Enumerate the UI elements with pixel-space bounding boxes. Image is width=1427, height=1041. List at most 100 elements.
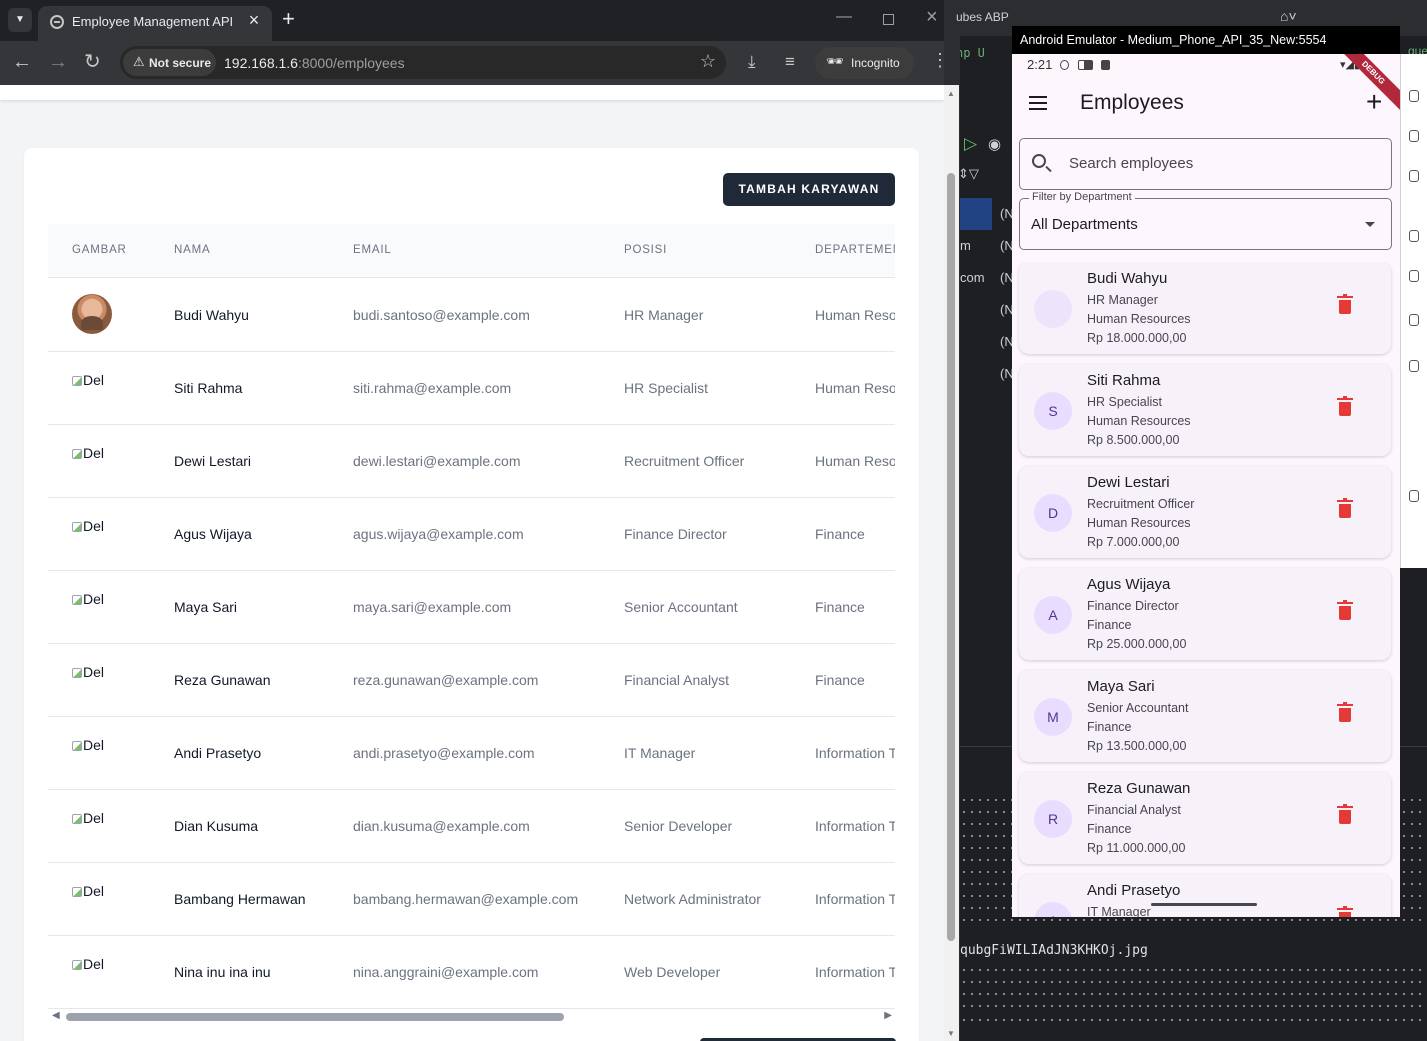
browser-window: ▼ Employee Management API × + — × ← → ↻ … [0,0,944,1041]
table-row[interactable]: Del Nina inu ina inu nina.anggraini@exampl… [48,936,895,1009]
forward-arrow-icon[interactable]: → [48,50,68,74]
delete-trash-icon[interactable] [1337,600,1353,620]
employee-department-cell: Human Reso [815,453,895,469]
reload-icon[interactable]: ↻ [84,50,101,74]
browser-tab[interactable]: Employee Management API × [38,6,272,41]
employee-card[interactable]: M Maya Sari Senior Accountant Finance Rp 13.… [1019,670,1391,762]
delete-trash-icon[interactable] [1337,396,1353,416]
employee-department-cell: Information T [815,745,895,761]
delete-trash-icon[interactable] [1337,906,1353,917]
delete-trash-icon[interactable] [1337,498,1353,518]
tab-search-chevron-icon[interactable]: ▼ [8,8,32,32]
employee-department-cell: Finance [815,599,865,615]
table-row[interactable]: Del Dewi Lestari dewi.lestari@example.com R… [48,425,895,498]
new-tab-plus-icon[interactable]: + [282,6,295,32]
tool-icon[interactable] [1409,90,1419,102]
employee-avatar: M [1034,698,1072,736]
delete-trash-icon[interactable] [1337,702,1353,722]
table-row[interactable]: Del Andi Prasetyo andi.prasetyo@example.co… [48,717,895,790]
page-header-edge [0,85,944,100]
incognito-chip[interactable]: 🕶 Incognito [815,47,914,79]
page-vertical-scrollbar[interactable]: ▲ ▼ [944,85,959,1041]
delete-trash-icon[interactable] [1337,804,1353,824]
table-row[interactable]: Del Maya Sari maya.sari@example.com Senior … [48,571,895,644]
table-row[interactable]: Del Dian Kusuma dian.kusuma@example.com Sen… [48,790,895,863]
employee-table: GAMBAR NAMA EMAIL POSISI DEPARTEMEN Budi… [48,224,895,1014]
back-arrow-icon[interactable]: ← [12,50,32,74]
terminal-dots [960,969,1427,971]
tool-icon[interactable] [1409,270,1419,282]
employee-card[interactable]: A Andi Prasetyo IT Manager [1019,874,1391,917]
employee-department-cell: Human Reso [815,307,895,323]
tool-icon[interactable] [1409,130,1419,142]
employee-card-list[interactable]: Budi Wahyu HR Manager Human Resources Rp 18… [1012,262,1400,917]
bookmark-star-icon[interactable]: ☆ [700,51,716,72]
table-row[interactable]: Del Agus Wijaya agus.wijaya@example.com Fin… [48,498,895,571]
table-row[interactable]: Budi Wahyu budi.santoso@example.com HR Man… [48,279,895,352]
table-row[interactable]: Del Bambang Hermawan bambang.hermawan@exam… [48,863,895,936]
employee-position-cell: Finance Director [624,526,727,542]
employee-card[interactable]: Budi Wahyu HR Manager Human Resources Rp 18… [1019,262,1391,354]
ide-project-tab[interactable]: ubes ABP [956,10,1009,24]
employee-name-cell: Andi Prasetyo [174,745,262,761]
employee-department-cell: Information T [815,891,895,907]
employee-name-cell: Budi Wahyu [174,307,249,323]
employee-card-salary: Rp 18.000.000,00 [1087,331,1187,345]
tool-icon[interactable] [1409,170,1419,182]
close-icon[interactable]: × [244,10,264,31]
window-close-icon[interactable]: × [926,6,938,29]
status-time: 2:21 [1027,57,1053,72]
security-chip[interactable]: ⚠ Not secure [123,49,216,76]
eye-icon[interactable]: ◉ [988,135,1001,153]
horizontal-scroll-thumb[interactable] [66,1013,564,1021]
minimize-icon[interactable]: — [836,8,852,26]
employee-card[interactable]: D Dewi Lestari Recruitment Officer Human Re… [1019,466,1391,558]
add-employee-plus-icon[interactable]: + [1366,86,1382,118]
tool-icon[interactable] [1409,230,1419,242]
filter-icon[interactable]: ⇕▽ [958,166,979,182]
url-text[interactable]: 192.168.1.6:8000/employees [224,55,405,71]
employee-name-cell: Dian Kusuma [174,818,259,834]
scroll-up-icon[interactable]: ▲ [947,89,955,98]
employee-card-name: Siti Rahma [1087,372,1161,389]
employee-card-name: Agus Wijaya [1087,576,1171,593]
maximize-icon[interactable] [883,14,894,25]
download-icon[interactable]: ⤓ [748,52,756,72]
address-bar[interactable]: ⚠ Not secure 192.168.1.6:8000/employees … [120,46,726,79]
employee-card[interactable]: A Agus Wijaya Finance Director Finance Rp 25… [1019,568,1391,660]
add-employee-button[interactable]: TAMBAH KARYAWAN [723,173,895,206]
media-queue-icon[interactable]: ≡ [785,52,795,72]
hamburger-menu-icon[interactable] [1029,96,1047,110]
employee-position-cell: HR Manager [624,307,704,323]
employee-card-department: Human Resources [1087,414,1191,428]
employee-card-name: Budi Wahyu [1087,270,1168,287]
more-menu-icon[interactable]: ⋮ [931,50,944,71]
broken-image-icon: Del [72,737,112,757]
scroll-down-icon[interactable]: ▼ [947,1029,955,1038]
horizontal-scrollbar[interactable]: ◀ ▶ [52,1010,892,1024]
employee-card[interactable]: S Siti Rahma HR Specialist Human Resources R… [1019,364,1391,456]
delete-trash-icon[interactable] [1337,294,1353,314]
employee-position-cell: HR Specialist [624,380,709,396]
tool-icon[interactable] [1409,490,1419,502]
employee-card[interactable]: R Reza Gunawan Financial Analyst Finance Rp … [1019,772,1391,864]
run-icon[interactable]: ▷ [964,134,977,154]
vertical-scroll-thumb[interactable] [947,173,955,941]
filter-value: All Departments [1031,216,1138,233]
tool-icon[interactable] [1409,314,1419,326]
table-row[interactable]: Del Siti Rahma siti.rahma@example.com HR Sp… [48,352,895,425]
gesture-nav-handle[interactable] [1151,903,1257,906]
employee-position-cell: Financial Analyst [624,672,730,688]
employee-name-cell: Bambang Hermawan [174,891,306,907]
table-row[interactable]: Del Reza Gunawan reza.gunawan@example.com F… [48,644,895,717]
employee-card-position: HR Manager [1087,293,1158,307]
copilot-icon[interactable]: ⌂˅ [1280,8,1297,24]
scroll-left-icon[interactable]: ◀ [52,1010,60,1021]
tool-icon[interactable] [1409,360,1419,372]
employee-search-input[interactable]: Search employees [1019,138,1392,190]
department-filter-dropdown[interactable]: Filter by Department All Departments [1019,191,1392,250]
scroll-right-icon[interactable]: ▶ [884,1010,892,1021]
employee-position-cell: Network Administrator [624,891,761,907]
employee-card-name: Maya Sari [1087,678,1155,695]
terminal-dots [960,1005,1427,1007]
